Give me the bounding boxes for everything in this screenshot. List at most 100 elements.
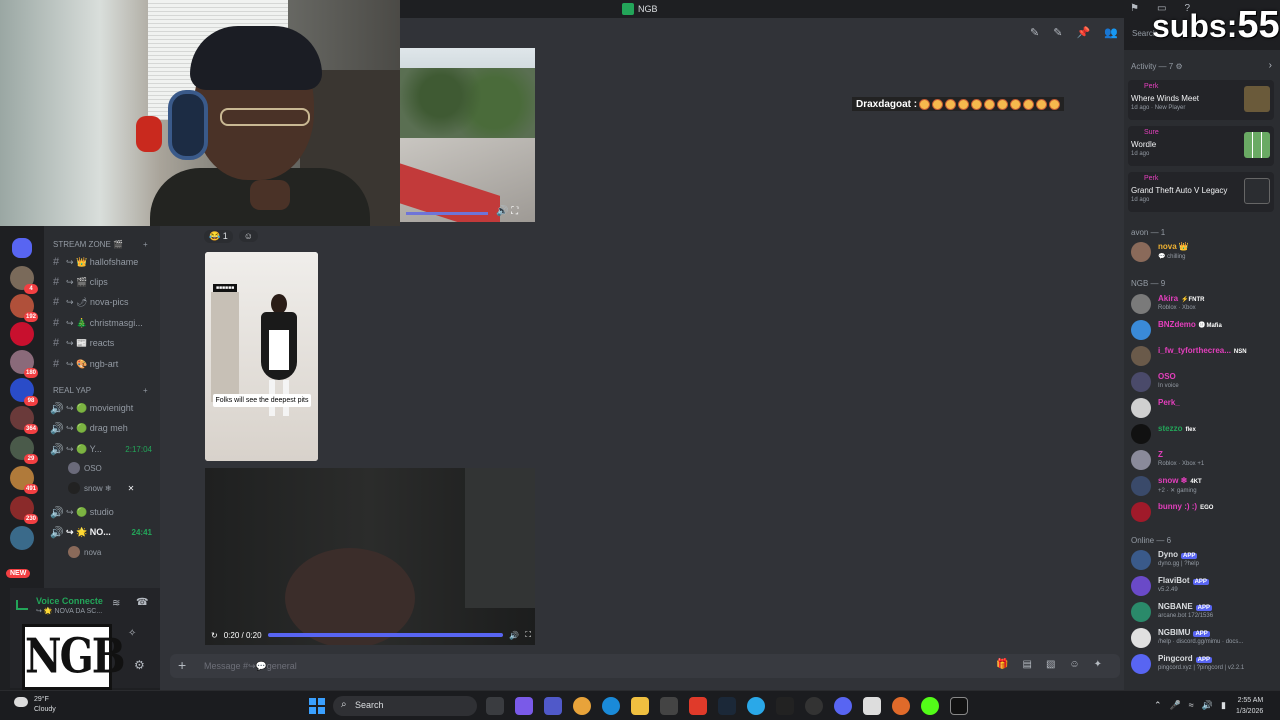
video-progress-bar-2[interactable] — [267, 633, 504, 637]
video-embed-1[interactable]: 🔊 ⛶ — [400, 48, 535, 222]
voice-channel-item[interactable]: 🔊 ↪ 🟢 studio — [50, 504, 158, 520]
emoji-picker-icon[interactable]: ☺ — [1069, 659, 1079, 670]
gif-icon[interactable]: ▤ — [1022, 659, 1031, 670]
chrome-icon[interactable] — [573, 697, 591, 715]
app-icon[interactable] — [950, 697, 968, 715]
disconnect-icon[interactable]: ☎ — [136, 597, 148, 608]
task-view-icon[interactable] — [486, 697, 504, 715]
video-embed-2[interactable]: ↻ 0:20 / 0:20 🔊 ⛶ — [205, 468, 535, 645]
activity-card[interactable]: Sure Wordle 1d ago — [1128, 126, 1274, 166]
file-explorer-icon[interactable] — [631, 697, 649, 715]
inbox-icon[interactable]: ⚑ — [1130, 3, 1139, 14]
channel-item[interactable]: # ↪ 🎨 ngb-art — [50, 356, 158, 372]
channel-item[interactable]: # ↪ 🌶 nova-pics — [50, 294, 158, 310]
volume-icon[interactable]: 🔊 — [496, 206, 508, 217]
member-item[interactable]: Akira ⚡FNTR Roblox · Xbox — [1131, 292, 1277, 316]
gift-icon[interactable]: 🎁 — [996, 659, 1008, 670]
channel-item[interactable]: # ↪ 📰 reacts — [50, 335, 158, 351]
server-icon[interactable]: 180 — [10, 350, 38, 378]
taskbar-search[interactable]: ⌕ Search — [333, 696, 477, 716]
server-icon[interactable]: 230 — [10, 496, 38, 524]
notifications-icon[interactable]: ✎ — [1053, 26, 1062, 39]
reaction-pill[interactable]: 😂 1 — [204, 229, 233, 243]
category-stream-zone[interactable]: STREAM ZONE 🎬 + — [53, 240, 148, 249]
new-badge[interactable]: NEW — [6, 569, 31, 578]
app-icon[interactable] — [863, 697, 881, 715]
members-icon[interactable]: 👥 — [1104, 26, 1118, 39]
edge-icon[interactable] — [602, 697, 620, 715]
member-item[interactable]: nova 👑 💬 chilling — [1131, 240, 1277, 264]
replay-icon[interactable]: ↻ — [211, 631, 218, 640]
activity-card[interactable]: Perk Where Winds Meet 1d ago · New Playe… — [1128, 80, 1274, 120]
copilot-icon[interactable] — [515, 697, 533, 715]
activity-card[interactable]: Perk Grand Theft Auto V Legacy 1d ago — [1128, 172, 1274, 212]
volume-icon[interactable]: 🔊 — [509, 631, 519, 640]
server-icon[interactable]: 29 — [10, 436, 38, 464]
speaker-icon[interactable]: 🔊 — [1202, 700, 1213, 711]
fullscreen-icon[interactable]: ⛶ — [525, 630, 531, 640]
member-item[interactable]: Z Roblox · Xbox +1 — [1131, 448, 1277, 472]
category-real-yap[interactable]: REAL YAP + — [53, 386, 148, 395]
server-icon[interactable]: 4 — [10, 266, 38, 294]
channel-item[interactable]: # ↪ 🎬 clips — [50, 274, 158, 290]
server-icon[interactable]: 98 — [10, 378, 38, 406]
dm-home-icon[interactable] — [12, 238, 32, 258]
bot-item[interactable]: Pingcord APP pingcord.xyz | ?pingcord | v… — [1131, 652, 1277, 676]
start-button-icon[interactable] — [309, 698, 325, 714]
soundboard-icon[interactable]: ✧ — [128, 628, 136, 639]
server-icon[interactable] — [10, 526, 34, 550]
video-progress-bar[interactable] — [406, 212, 488, 215]
attach-plus-icon[interactable]: + — [178, 657, 186, 673]
app-icon[interactable] — [921, 697, 939, 715]
steam-icon[interactable] — [718, 697, 736, 715]
bot-item[interactable]: FlaviBot APP v5.2.49 — [1131, 574, 1277, 598]
fullscreen-icon[interactable]: ⛶ — [511, 206, 518, 217]
server-icon[interactable] — [10, 322, 34, 346]
bot-item[interactable]: Dyno APP dyno.gg | ?help — [1131, 548, 1277, 572]
voice-user[interactable]: snow ❄ ✕ — [68, 480, 134, 496]
pin-icon[interactable]: 📌 — [1076, 26, 1090, 39]
channel-item[interactable]: # ↪ 👑 hallofshame — [50, 254, 158, 270]
mic-icon[interactable]: 🎤 — [1170, 700, 1181, 711]
threads-icon[interactable]: ✎ — [1030, 26, 1039, 39]
member-item[interactable]: OSO In voice — [1131, 370, 1277, 394]
voice-channel-item[interactable]: 🔊 ↪ 🟢 movienight — [50, 400, 158, 416]
voice-channel-item-active[interactable]: 🔊 ↪ 🌟 NO... 24:41 — [50, 524, 158, 540]
server-icon[interactable]: 192 — [10, 294, 38, 322]
message-composer[interactable]: + Message #↪💬general 🎁 ▤ ▧ ☺ ✦ — [170, 654, 1120, 678]
member-item[interactable]: stezzo flex — [1131, 422, 1277, 446]
add-channel-icon[interactable]: + — [143, 386, 148, 395]
apps-icon[interactable]: ✦ — [1094, 659, 1102, 670]
server-icon[interactable]: 364 — [10, 406, 38, 434]
roblox-icon[interactable] — [689, 697, 707, 715]
weather-widget[interactable]: 29°F Cloudy — [14, 695, 56, 715]
store-icon[interactable] — [660, 697, 678, 715]
channel-item[interactable]: # ↪ 🎄 christmasgi... — [50, 315, 158, 331]
voice-user[interactable]: OSO — [68, 460, 102, 476]
voice-status[interactable]: Voice Connecte — [36, 596, 103, 606]
chevron-up-icon[interactable]: ⌃ — [1154, 700, 1162, 711]
bot-item[interactable]: NGBIMU APP /help · discord.gg/mimu · docs… — [1131, 626, 1277, 650]
member-item[interactable]: i_fw_tyforthecrea... NSN — [1131, 344, 1277, 368]
firefox-icon[interactable] — [892, 697, 910, 715]
settings-gear-icon[interactable]: ⚙ — [134, 658, 145, 672]
chevron-right-icon[interactable]: › — [1269, 60, 1272, 71]
sticker-icon[interactable]: ▧ — [1046, 659, 1055, 670]
clock[interactable]: 2:55 AM 1/3/2026 — [1236, 695, 1263, 717]
voice-channel-item[interactable]: 🔊 ↪ 🟢 drag meh — [50, 420, 158, 436]
bot-item[interactable]: NGBANE APP arcane.bot 172/1536 — [1131, 600, 1277, 624]
message-input[interactable]: Message #↪💬general — [204, 661, 297, 672]
image-attachment[interactable]: ■■■■■■ Folks will see the deepest pits — [205, 252, 318, 461]
noise-suppression-icon[interactable]: ≋ — [112, 598, 120, 609]
voice-user[interactable]: nova — [68, 544, 101, 560]
wifi-icon[interactable]: ≈ — [1189, 700, 1194, 711]
teams-icon[interactable] — [544, 697, 562, 715]
browser-icon[interactable] — [747, 697, 765, 715]
add-reaction-icon[interactable]: ☺ — [238, 230, 258, 242]
member-item[interactable]: Perk_ — [1131, 396, 1277, 420]
voice-channel-item[interactable]: 🔊 ↪ 🟢 Y... 2:17:04 — [50, 441, 158, 457]
server-icon[interactable]: 491 — [10, 466, 38, 494]
member-item[interactable]: bunny :) :) EGO — [1131, 500, 1277, 524]
epic-games-icon[interactable] — [776, 697, 794, 715]
add-channel-icon[interactable]: + — [143, 240, 148, 249]
